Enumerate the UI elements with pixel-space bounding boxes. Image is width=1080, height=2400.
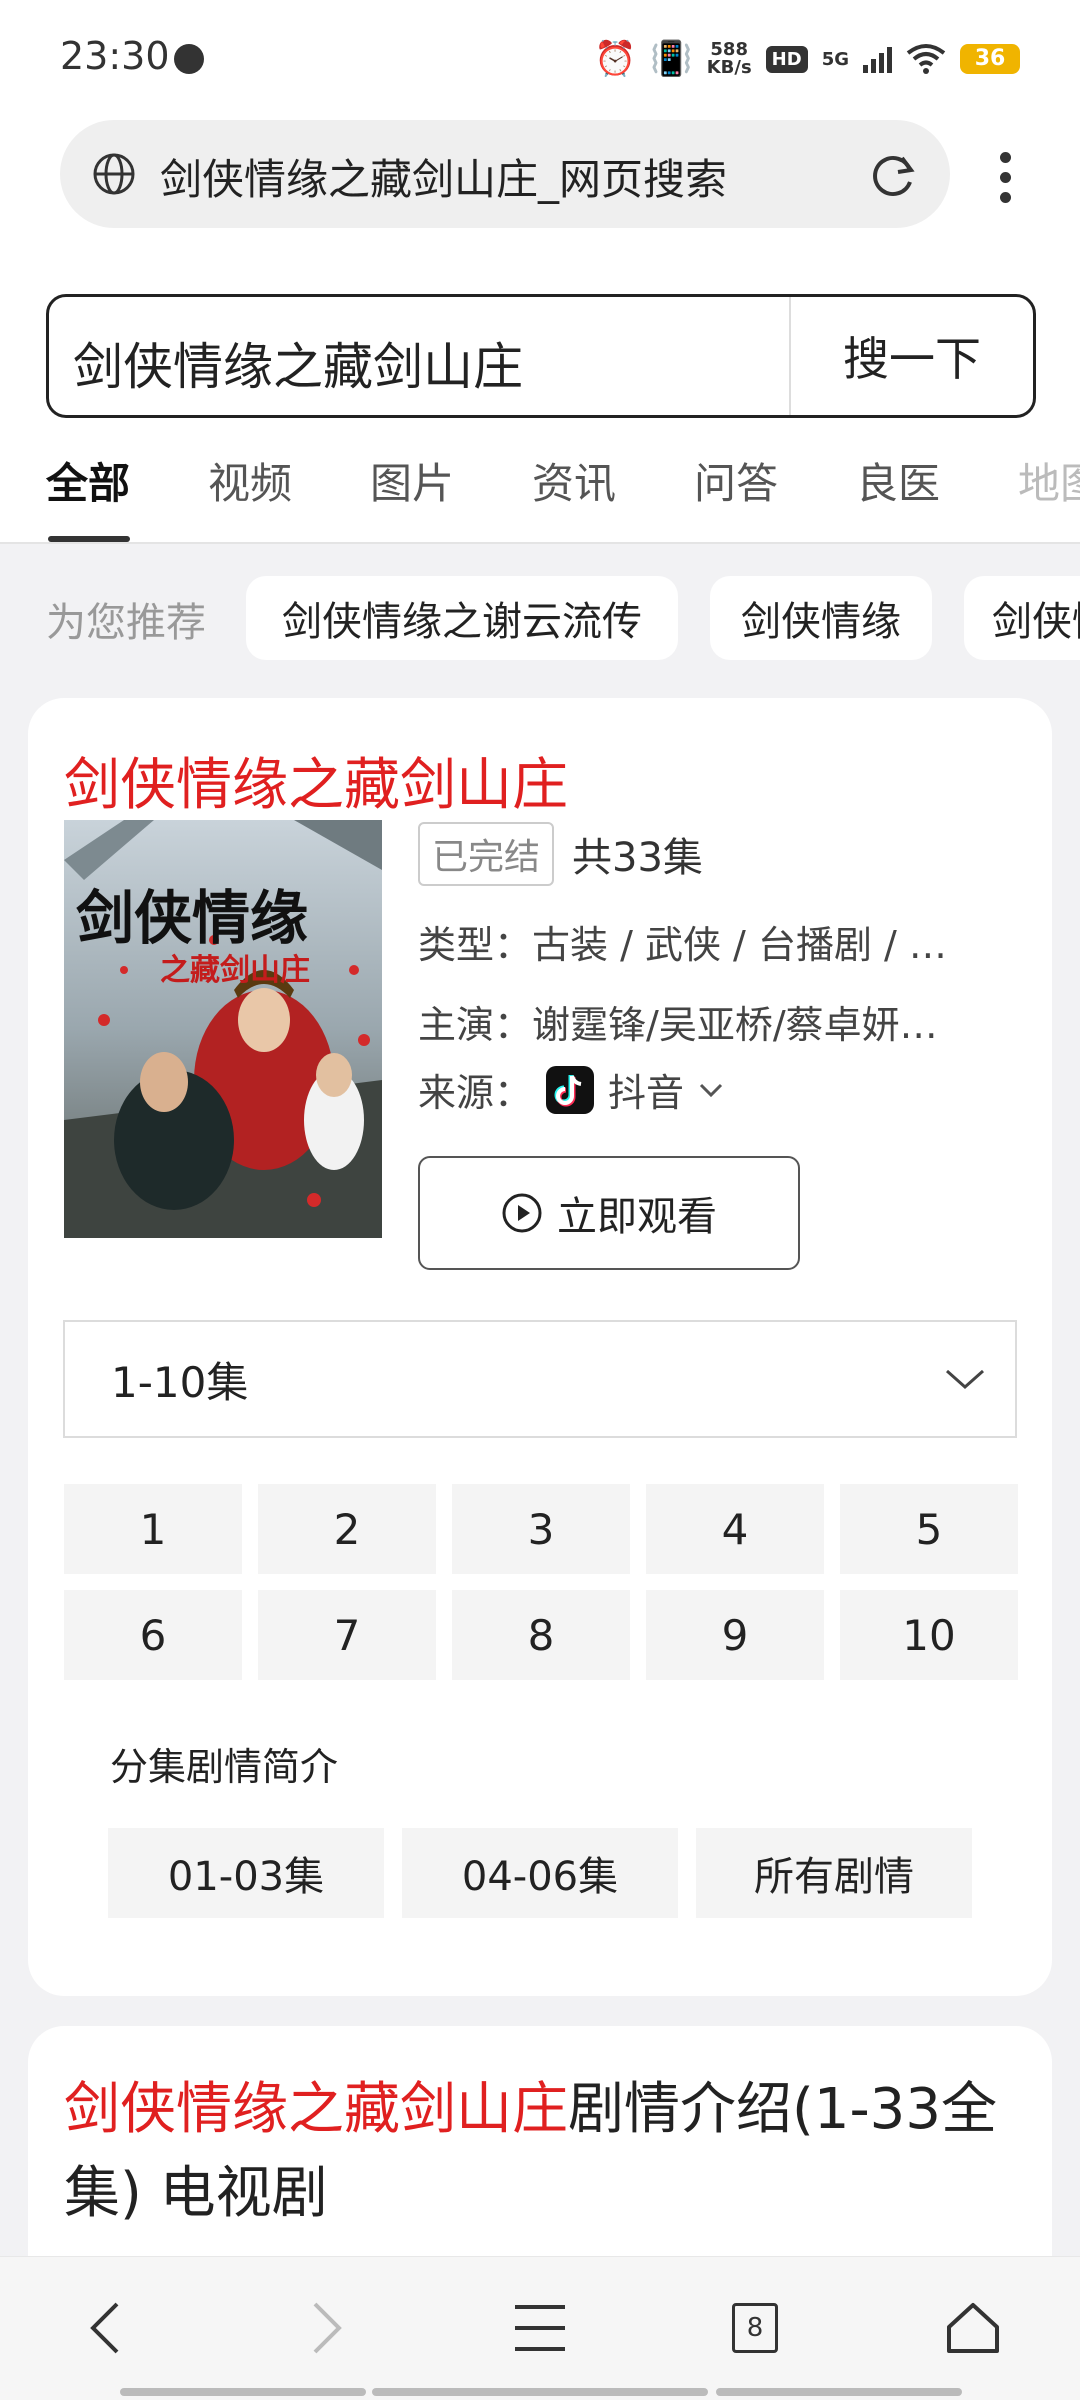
net-speed: 588 KB/s [707, 41, 752, 77]
episode-range-select[interactable]: 1-10集 [63, 1320, 1017, 1438]
cast-line: 主演：谢霆锋/吴亚桥/蔡卓妍… [418, 994, 1018, 1049]
episode-grid: 1 2 3 4 5 6 7 8 9 10 [64, 1484, 1018, 1680]
douyin-icon [546, 1065, 595, 1114]
episode-button[interactable]: 10 [840, 1590, 1018, 1680]
cast-label: 主演： [418, 1003, 533, 1047]
status-badge: 已完结 [418, 822, 555, 886]
tab-doctor[interactable]: 良医 [856, 450, 940, 511]
result-card: 剑侠情缘之藏剑山庄 剑侠情缘 之藏剑山庄 已完结 共33集 类型：古装 / 武侠… [28, 698, 1052, 1996]
episode-button[interactable]: 3 [452, 1484, 630, 1574]
chevron-down-icon [946, 1369, 984, 1390]
gesture-bar [716, 2388, 962, 2396]
globe-icon [93, 153, 135, 195]
wifi-icon [906, 44, 946, 74]
net-speed-unit: KB/s [706, 57, 752, 78]
source-label: 来源： [418, 1071, 533, 1115]
more-menu-icon[interactable] [990, 152, 1020, 222]
result-title[interactable]: 剑侠情缘之藏剑山庄 [64, 740, 568, 821]
watch-now-button[interactable]: 立即观看 [418, 1156, 800, 1270]
tab-images[interactable]: 图片 [370, 450, 454, 511]
bottom-navigation: 8 [0, 2256, 1080, 2400]
status-bar: 23:30 ⏰ 📳 588 KB/s HD 5G 36 [0, 0, 1080, 112]
episode-range-label: 1-10集 [111, 1357, 249, 1407]
alarm-icon: ⏰ [594, 39, 637, 79]
status-time: 23:30 [60, 34, 170, 78]
episode-button[interactable]: 1 [64, 1484, 242, 1574]
synopsis-button[interactable]: 04-06集 [402, 1828, 678, 1918]
home-icon [947, 2303, 999, 2353]
genre-line: 类型：古装 / 武侠 / 台播剧 / … [418, 914, 1018, 969]
status-icons: ⏰ 📳 588 KB/s HD 5G 36 [594, 34, 1020, 84]
tab-count: 8 [732, 2303, 778, 2353]
poster-image[interactable]: 剑侠情缘 之藏剑山庄 [64, 820, 382, 1238]
episode-button[interactable]: 4 [646, 1484, 824, 1574]
gesture-bar [372, 2388, 708, 2396]
genre-label: 类型： [418, 923, 533, 967]
home-button[interactable] [938, 2293, 1008, 2363]
menu-icon [515, 2305, 565, 2351]
back-button[interactable] [70, 2293, 140, 2363]
recommend-label: 为您推荐 [46, 600, 206, 646]
vibrate-icon: 📳 [650, 39, 693, 79]
battery-icon: 36 [960, 44, 1020, 74]
gesture-bar [120, 2388, 366, 2396]
tab-qa[interactable]: 问答 [694, 450, 778, 511]
chevron-right-icon [313, 2302, 342, 2354]
menu-button[interactable] [505, 2293, 575, 2363]
hd-icon: HD [765, 45, 808, 73]
tab-all[interactable]: 全部 [46, 450, 130, 511]
episode-button[interactable]: 2 [258, 1484, 436, 1574]
chevron-left-icon [90, 2302, 119, 2354]
chevron-down-icon [699, 1083, 723, 1097]
tab-map[interactable]: 地图 [1018, 450, 1080, 511]
recommend-chip[interactable]: 剑侠情缘 [964, 576, 1080, 660]
episode-count: 共33集 [572, 835, 703, 881]
source-value: 抖音 [608, 1071, 685, 1115]
result-card-2: 剑侠情缘之藏剑山庄剧情介绍(1-33全集) 电视剧 [28, 2026, 1052, 2286]
address-text: 剑侠情缘之藏剑山庄_网页搜索 [160, 155, 728, 204]
source-line[interactable]: 来源： 抖音 [418, 1062, 724, 1117]
status-row: 已完结 共33集 [418, 822, 703, 886]
forward-button[interactable] [292, 2293, 362, 2363]
search-button[interactable]: 搜一下 [791, 297, 1033, 415]
synopsis-buttons: 01-03集 04-06集 所有剧情 [108, 1828, 972, 1918]
synopsis-label: 分集剧情简介 [110, 1745, 339, 1789]
watch-now-label: 立即观看 [557, 1194, 717, 1240]
tabs-button[interactable]: 8 [720, 2293, 790, 2363]
tab-news[interactable]: 资讯 [532, 450, 616, 511]
synopsis-button[interactable]: 所有剧情 [696, 1828, 972, 1918]
tab-divider [0, 542, 1080, 544]
poster-title-text: 剑侠情缘 [76, 884, 308, 952]
genre-value: 古装 / 武侠 / 台播剧 / … [532, 923, 947, 967]
result-2-title[interactable]: 剑侠情缘之藏剑山庄剧情介绍(1-33全集) 电视剧 [64, 2068, 1024, 2236]
recommend-chip[interactable]: 剑侠情缘之谢云流传 [246, 576, 678, 660]
synopsis-button[interactable]: 01-03集 [108, 1828, 384, 1918]
tab-video[interactable]: 视频 [208, 450, 292, 511]
result-2-title-highlight: 剑侠情缘之藏剑山庄 [64, 2077, 568, 2142]
signal-icon [863, 45, 892, 73]
globe-status-icon [174, 44, 204, 74]
search-box: 剑侠情缘之藏剑山庄 搜一下 [46, 294, 1036, 418]
episode-button[interactable]: 8 [452, 1590, 630, 1680]
address-bar[interactable]: 剑侠情缘之藏剑山庄_网页搜索 [60, 120, 950, 228]
network-type: 5G [821, 48, 849, 70]
reload-icon[interactable] [868, 150, 918, 200]
play-icon [502, 1193, 542, 1233]
episode-button[interactable]: 6 [64, 1590, 242, 1680]
recommend-chip[interactable]: 剑侠情缘 [710, 576, 932, 660]
episode-button[interactable]: 5 [840, 1484, 1018, 1574]
browser-toolbar: 剑侠情缘之藏剑山庄_网页搜索 [0, 112, 1080, 260]
episode-button[interactable]: 7 [258, 1590, 436, 1680]
poster-subtitle-text: 之藏剑山庄 [160, 953, 310, 988]
cast-value: 谢霆锋/吴亚桥/蔡卓妍… [532, 1003, 938, 1047]
search-input[interactable]: 剑侠情缘之藏剑山庄 [73, 327, 523, 399]
episode-button[interactable]: 9 [646, 1590, 824, 1680]
